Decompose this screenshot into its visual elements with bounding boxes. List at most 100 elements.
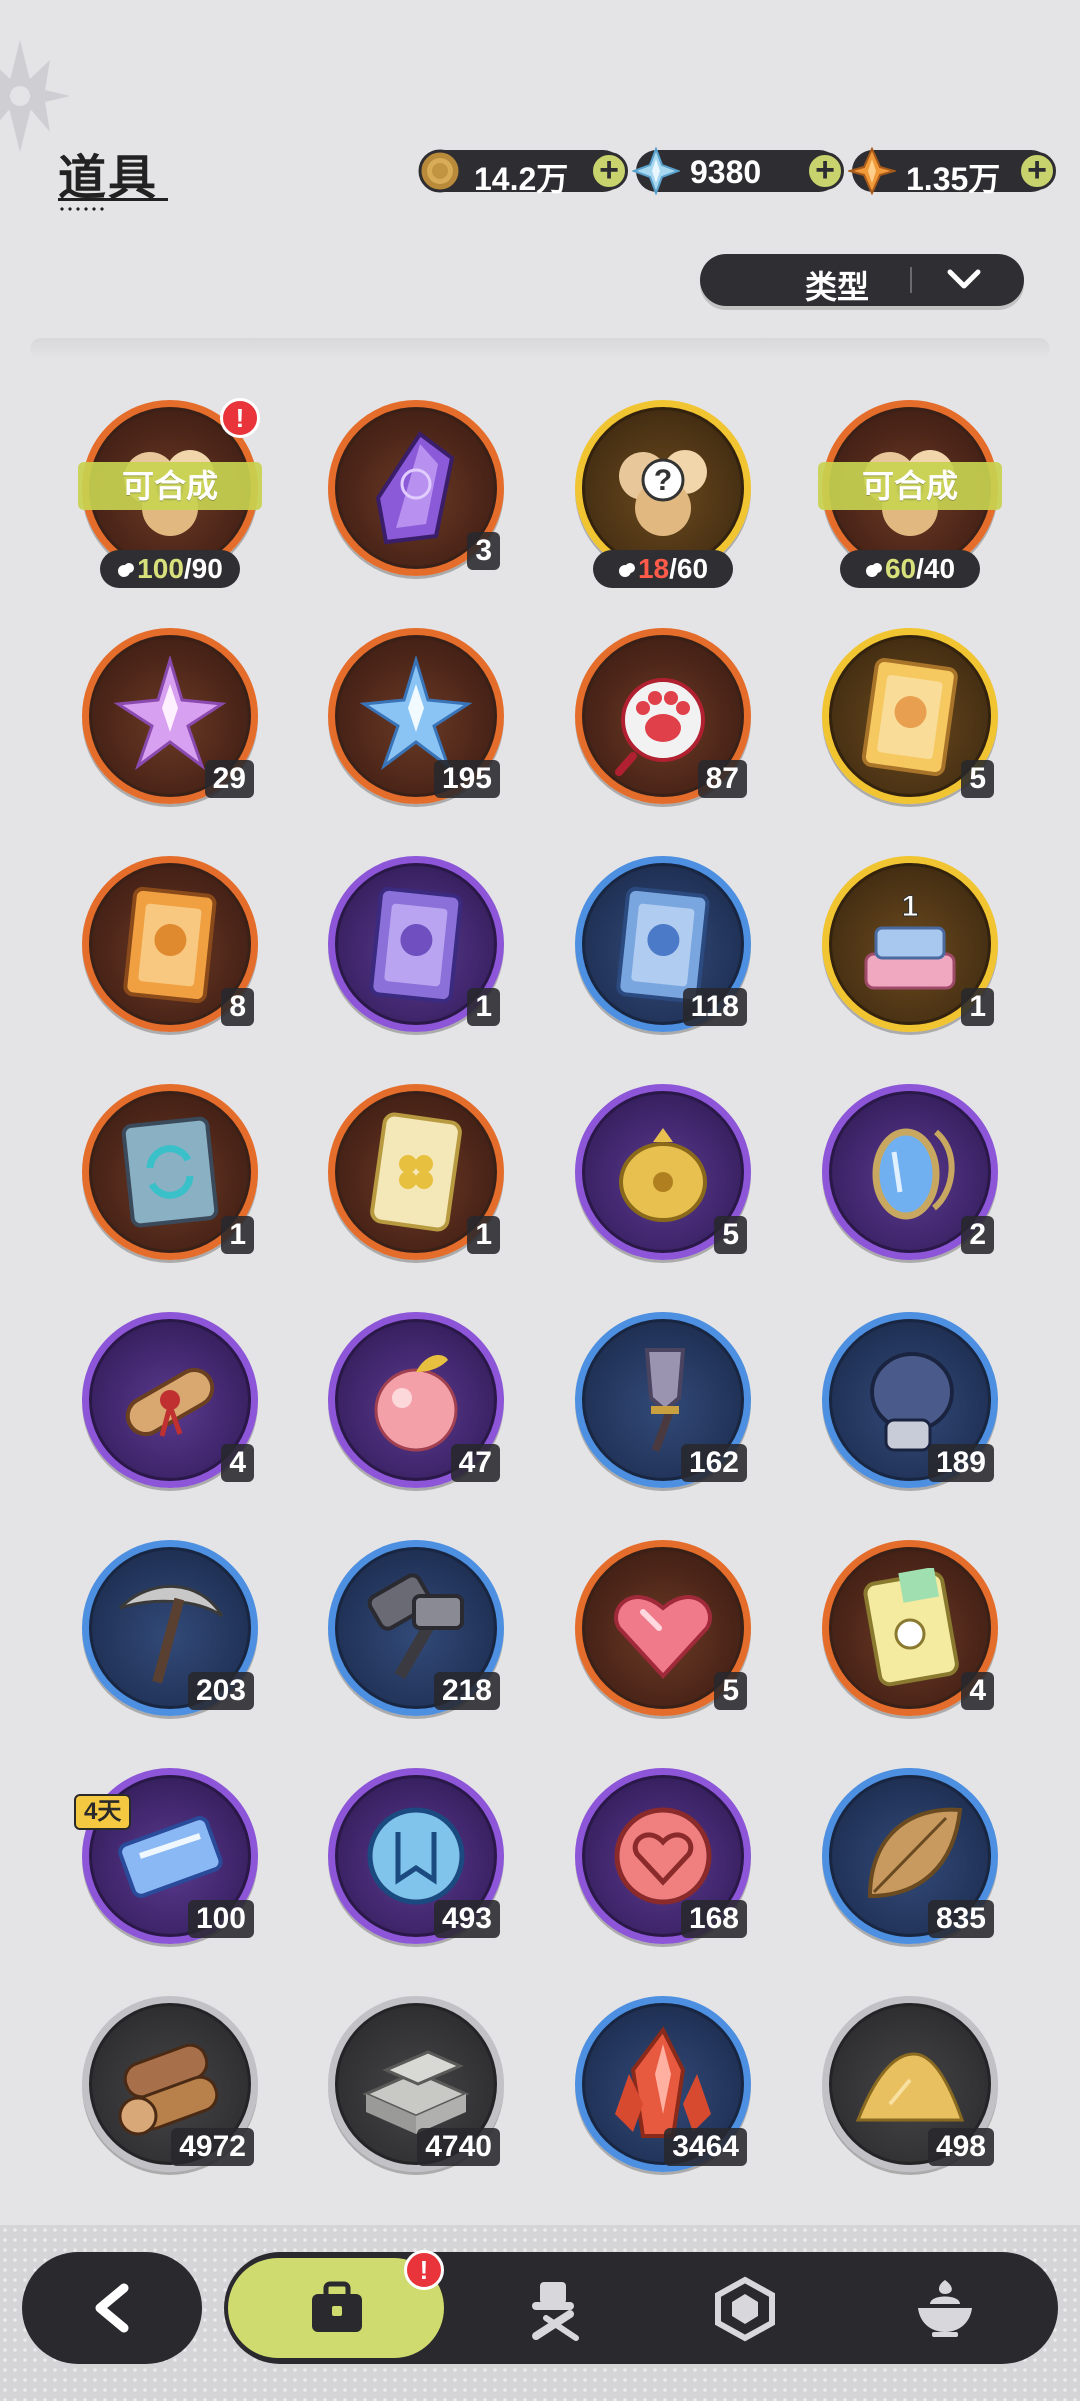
- hexagon-gem-icon: [715, 2276, 775, 2342]
- item-slot[interactable]: 100 4天: [74, 1768, 258, 1944]
- item-slot[interactable]: ? 18/60: [575, 400, 751, 588]
- item-count: 5: [961, 760, 994, 798]
- magic-mirror-icon: [872, 1128, 955, 1220]
- item-count: 2: [961, 1216, 994, 1254]
- item-slot[interactable]: 5: [575, 1540, 751, 1716]
- paw-charm-icon: [615, 678, 705, 776]
- leaf-icon: [867, 1807, 963, 1899]
- item-count: 1: [467, 1216, 500, 1254]
- item-count: 195: [433, 760, 500, 798]
- shovel-icon: [644, 1348, 686, 1453]
- item-slot[interactable]: 8: [82, 856, 258, 1032]
- refresh-card-icon: [121, 1116, 219, 1228]
- item-slot[interactable]: 168: [575, 1768, 751, 1944]
- tab-items-alert-badge: !: [404, 2250, 444, 2290]
- item-slot[interactable]: 118: [575, 856, 751, 1032]
- item-count: 1: [467, 988, 500, 1026]
- item-count: 4: [221, 1444, 254, 1482]
- item-count: 100: [187, 1900, 254, 1938]
- fragment-need: /90: [183, 553, 223, 584]
- alert-badge: !: [220, 398, 260, 438]
- ruby-heart-icon: [614, 1595, 712, 1679]
- item-count: 87: [697, 760, 747, 798]
- item-slot[interactable]: 162: [575, 1312, 751, 1488]
- fragment-have: 60: [884, 553, 917, 584]
- item-slot[interactable]: 218: [328, 1540, 504, 1716]
- mystery-fragment-icon: ?: [619, 450, 707, 536]
- tab-gems[interactable]: [684, 2252, 804, 2364]
- item-slot[interactable]: 可合成 60/40: [818, 400, 1002, 588]
- fragment-have: 18: [637, 553, 670, 584]
- fragment-icon: [618, 563, 635, 577]
- blue-medal-icon: [367, 1807, 465, 1905]
- item-count: 4972: [171, 2128, 254, 2166]
- item-slot[interactable]: 189: [822, 1312, 998, 1488]
- tab-food[interactable]: [884, 2252, 1004, 2364]
- birthday-cake-icon: 1: [864, 890, 956, 990]
- item-slot[interactable]: 可合成 100/90!: [78, 398, 262, 588]
- item-slot[interactable]: 3: [328, 400, 504, 576]
- fragment-progress: 100/90: [100, 550, 240, 588]
- item-slot[interactable]: 498: [822, 1996, 998, 2172]
- item-slot[interactable]: 1: [328, 856, 504, 1032]
- back-button[interactable]: [22, 2252, 202, 2364]
- expiry-badge: 4天: [74, 1794, 132, 1830]
- item-slot[interactable]: 203: [82, 1540, 258, 1716]
- tab-equipment[interactable]: [494, 2252, 614, 2364]
- item-slot[interactable]: 835: [822, 1768, 998, 1944]
- heart-medal-icon: [614, 1807, 712, 1905]
- item-count: 162: [680, 1444, 747, 1482]
- item-count: 4: [961, 1672, 994, 1710]
- item-slot[interactable]: 3464: [575, 1996, 751, 2172]
- item-slot[interactable]: 11: [822, 856, 998, 1032]
- item-slot[interactable]: 47: [328, 1312, 504, 1488]
- golden-card-icon: [861, 657, 958, 776]
- svg-text:1: 1: [902, 890, 919, 923]
- orange-card-icon: [123, 886, 217, 1004]
- item-count: 3: [467, 532, 500, 570]
- fragment-icon: [865, 563, 882, 577]
- purple-card-icon: [369, 886, 463, 1004]
- item-slot[interactable]: 4972: [82, 1996, 258, 2172]
- item-count: 1: [221, 1216, 254, 1254]
- item-count: 168: [680, 1900, 747, 1938]
- item-slot[interactable]: 2: [822, 1084, 998, 1260]
- fragment-need: /40: [916, 553, 956, 584]
- item-slot[interactable]: 4: [822, 1540, 998, 1716]
- scroll-icon: [125, 1368, 215, 1437]
- blue-card-icon: [616, 886, 710, 1004]
- dessert-bowl-icon: [918, 2280, 972, 2337]
- item-grid: 可合成 100/90! 3? 18/60 可合成 60/40 29 195 87 5 8 1 118 1 1…: [0, 0, 1080, 2260]
- clover-ticket-icon: [370, 1112, 462, 1232]
- svg-text:?: ?: [654, 464, 672, 497]
- fragment-progress: 60/40: [840, 550, 980, 588]
- item-count: 835: [927, 1900, 994, 1938]
- chevron-left-icon: [95, 2283, 129, 2333]
- item-slot[interactable]: 1: [82, 1084, 258, 1260]
- item-slot[interactable]: 195: [328, 628, 504, 804]
- item-count: 5: [714, 1672, 747, 1710]
- hat-tools-icon: [532, 2282, 579, 2341]
- item-slot[interactable]: 87: [575, 628, 751, 804]
- item-count: 118: [682, 988, 747, 1026]
- item-slot[interactable]: 5: [575, 1084, 751, 1260]
- synthesizable-label: 可合成: [818, 462, 1002, 510]
- item-slot[interactable]: 1: [328, 1084, 504, 1260]
- item-count: 29: [204, 760, 254, 798]
- item-slot[interactable]: 493: [328, 1768, 504, 1944]
- golden-pouch-icon: [619, 1128, 707, 1222]
- fragment-progress: 18/60: [593, 550, 733, 588]
- item-slot[interactable]: 5: [822, 628, 998, 804]
- stone-bricks-icon: [362, 2050, 470, 2134]
- bottom-nav-bar: !: [224, 2250, 1058, 2364]
- wood-logs-icon: [118, 2043, 219, 2136]
- pink-star-crystal-icon: [113, 656, 227, 771]
- item-slot[interactable]: 29: [82, 628, 258, 804]
- purple-crystal-icon: [375, 431, 455, 545]
- rainbow-ticket-icon: [863, 1568, 959, 1687]
- item-count: 5: [714, 1216, 747, 1254]
- tab-items[interactable]: !: [228, 2250, 444, 2358]
- item-slot[interactable]: 4740: [328, 1996, 504, 2172]
- synthesizable-label: 可合成: [78, 462, 262, 510]
- item-slot[interactable]: 4: [82, 1312, 258, 1488]
